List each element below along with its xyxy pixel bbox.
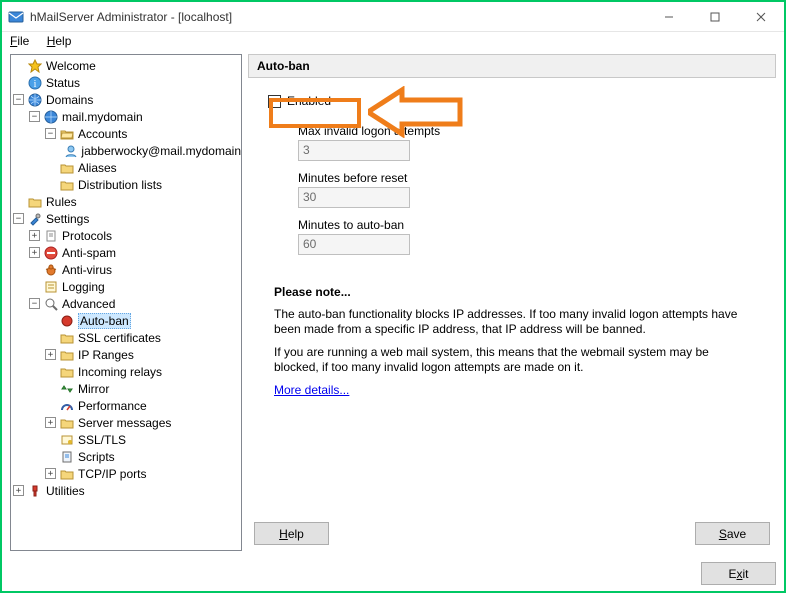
tree-dlists[interactable]: Distribution lists [43,176,241,193]
tree-logging[interactable]: Logging [27,278,241,295]
app-icon [8,9,24,25]
tree-antivirus[interactable]: Anti-virus [27,261,241,278]
tree-aliases[interactable]: Aliases [43,159,241,176]
star-icon [27,58,43,74]
red-dot-icon [59,313,75,329]
tree-mirror[interactable]: Mirror [43,380,241,397]
folder-icon [27,194,43,210]
minutes-reset-label: Minutes before reset [298,171,758,185]
menu-help[interactable]: Help [47,34,72,48]
script-icon [59,449,75,465]
tree-utilities[interactable]: +Utilities [11,482,241,499]
tree-server-messages[interactable]: +Server messages [43,414,241,431]
section-header: Auto-ban [248,54,776,78]
minutes-autoban-input[interactable]: 60 [298,234,410,255]
minimize-button[interactable] [646,2,692,32]
tree-accounts[interactable]: −Accounts [43,125,241,142]
folder-icon [59,347,75,363]
titlebar: hMailServer Administrator - [localhost] [2,2,784,32]
bug-icon [43,262,59,278]
log-icon [43,279,59,295]
max-attempts-input[interactable]: 3 [298,140,410,161]
folder-icon [59,177,75,193]
user-icon [64,143,78,159]
minutes-reset-input[interactable]: 30 [298,187,410,208]
maximize-button[interactable] [692,2,738,32]
folder-icon [59,160,75,176]
folder-icon [59,415,75,431]
menu-file[interactable]: File [10,34,29,48]
nav-tree[interactable]: Welcome iStatus −Domains −mail.mydomain … [10,54,242,551]
gauge-icon [59,398,75,414]
content-panel: Auto-ban Enabled Max invalid logon attem… [248,54,776,551]
folder-icon [59,330,75,346]
cert-icon [59,432,75,448]
info-icon: i [27,75,43,91]
tree-sslcerts[interactable]: SSL certificates [43,329,241,346]
folder-icon [59,364,75,380]
max-attempts-label: Max invalid logon attempts [298,124,758,138]
menubar: File Help [2,32,784,52]
noentry-icon [43,245,59,261]
tree-ipranges[interactable]: +IP Ranges [43,346,241,363]
section-title: Auto-ban [257,59,310,73]
tree-settings[interactable]: −Settings [11,210,241,227]
tools-icon [27,211,43,227]
tree-incoming-relays[interactable]: Incoming relays [43,363,241,380]
tree-autoban[interactable]: Auto-ban [43,312,241,329]
globe-icon [27,92,43,108]
note-text-2: If you are running a web mail system, th… [274,345,750,375]
svg-text:i: i [34,79,37,90]
tree-account-1[interactable]: jabberwocky@mail.mydomain [59,142,241,159]
doc-icon [43,228,59,244]
tree-scripts[interactable]: Scripts [43,448,241,465]
note-heading: Please note... [274,285,758,299]
minutes-autoban-label: Minutes to auto-ban [298,218,758,232]
tree-ssltls[interactable]: SSL/TLS [43,431,241,448]
tree-status[interactable]: iStatus [11,74,241,91]
tree-performance[interactable]: Performance [43,397,241,414]
folder-icon [59,466,75,482]
tree-welcome[interactable]: Welcome [11,57,241,74]
tree-mydomain[interactable]: −mail.mydomain [27,108,241,125]
help-button[interactable]: Help [254,522,329,545]
magnifier-icon [43,296,59,312]
note-text-1: The auto-ban functionality blocks IP add… [274,307,750,337]
tree-protocols[interactable]: +Protocols [27,227,241,244]
more-details-link[interactable]: More details... [274,383,349,397]
close-button[interactable] [738,2,784,32]
tree-antispam[interactable]: +Anti-spam [27,244,241,261]
window-title: hMailServer Administrator - [localhost] [30,10,232,24]
exit-button[interactable]: Exit [701,562,776,585]
globe-icon [43,109,59,125]
folder-open-icon [59,126,75,142]
tree-tcpip[interactable]: +TCP/IP ports [43,465,241,482]
tree-advanced[interactable]: −Advanced [27,295,241,312]
utilities-icon [27,483,43,499]
enabled-checkbox[interactable] [268,95,281,108]
save-button[interactable]: Save [695,522,770,545]
tree-rules[interactable]: Rules [11,193,241,210]
tree-domains[interactable]: −Domains [11,91,241,108]
mirror-icon [59,381,75,397]
enabled-label: Enabled [287,94,331,108]
